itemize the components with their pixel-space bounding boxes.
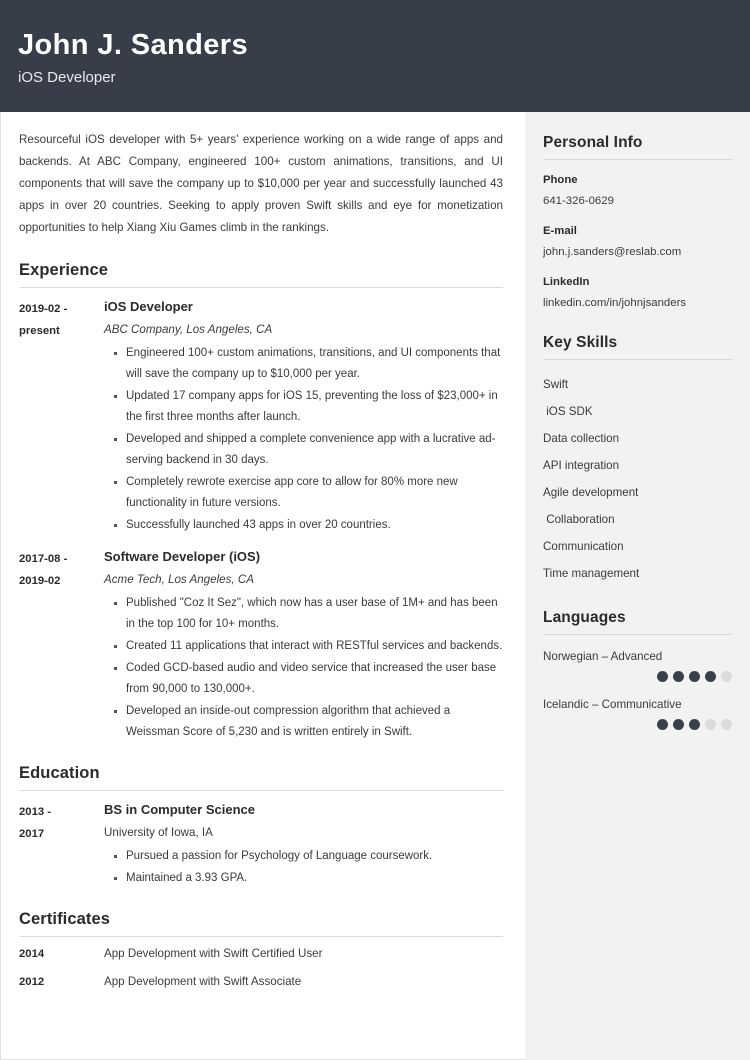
- entry-organization: University of Iowa, IA: [104, 826, 213, 839]
- bullet-item: Updated 17 company apps for iOS 15, prev…: [114, 386, 503, 428]
- skill-item: Communication: [543, 540, 624, 553]
- skill-item: iOS SDK: [543, 405, 593, 418]
- entry-bullet-list: Published "Coz It Sez", which now has a …: [104, 593, 503, 743]
- contact-value-linkedin[interactable]: linkedin.com/in/johnjsanders: [543, 294, 732, 312]
- entry-date-to: 2017: [19, 828, 45, 840]
- bullet-item: Developed and shipped a complete conveni…: [114, 429, 503, 471]
- key-skills-section: Key Skills Swift iOS SDK Data collection…: [543, 334, 732, 587]
- entry-bullet-list: Pursued a passion for Psychology of Lang…: [104, 846, 503, 889]
- entry-title: Software Developer (iOS): [104, 549, 261, 564]
- language-level-rating: [543, 671, 732, 682]
- rating-dot: [705, 671, 716, 682]
- main-column: Resourceful iOS developer with 5+ years’…: [0, 112, 525, 1060]
- education-heading: Education: [19, 764, 503, 791]
- contact-label-phone: Phone: [543, 174, 578, 186]
- experience-entry: 2019-02 - present iOS Developer ABC Comp…: [19, 297, 503, 537]
- candidate-name: John J. Sanders: [18, 29, 249, 61]
- skill-item: Swift: [543, 378, 569, 391]
- skill-item: API integration: [543, 459, 620, 472]
- bullet-item: Developed an inside-out compression algo…: [114, 701, 503, 743]
- contact-label-email: E-mail: [543, 225, 577, 237]
- entry-organization: Acme Tech, Los Angeles, CA: [104, 573, 254, 586]
- rating-dot: [689, 671, 700, 682]
- personal-info-section: Personal Info Phone 641-326-0629 E-mail …: [543, 134, 732, 312]
- skill-item: Collaboration: [543, 513, 615, 526]
- experience-section: Experience 2019-02 - present iOS Develop…: [19, 261, 503, 744]
- bullet-item: Coded GCD-based audio and video service …: [114, 658, 503, 700]
- contact-value-email[interactable]: john.j.sanders@reslab.com: [543, 243, 732, 261]
- language-level-rating: [543, 719, 732, 730]
- entry-date-to: 2019-02: [19, 575, 61, 587]
- certificate-row: 2012 App Development with Swift Associat…: [19, 973, 503, 991]
- education-section: Education 2013 - 2017 BS in Computer Sci…: [19, 764, 503, 890]
- resume-page: John J. Sanders iOS Developer Resourcefu…: [0, 0, 750, 1060]
- rating-dot: [721, 671, 732, 682]
- bullet-item: Created 11 applications that interact wi…: [114, 636, 503, 657]
- entry-date-from: 2019-02 -: [19, 303, 68, 315]
- rating-dot: [657, 719, 668, 730]
- rating-dot: [705, 719, 716, 730]
- entry-content: iOS Developer ABC Company, Los Angeles, …: [102, 297, 503, 537]
- certificates-section: Certificates 2014 App Development with S…: [19, 910, 503, 991]
- bullet-item: Maintained a 3.93 GPA.: [114, 868, 503, 889]
- entry-dates: 2017-08 - 2019-02: [19, 547, 102, 744]
- sidebar-column: Personal Info Phone 641-326-0629 E-mail …: [525, 112, 750, 1060]
- skill-item: Data collection: [543, 432, 620, 445]
- certificate-name: App Development with Swift Certified Use…: [104, 947, 323, 960]
- key-skills-heading: Key Skills: [543, 334, 732, 360]
- experience-entry: 2017-08 - 2019-02 Software Developer (iO…: [19, 547, 503, 744]
- entry-dates: 2019-02 - present: [19, 297, 102, 537]
- rating-dot: [673, 719, 684, 730]
- contact-label-linkedin: LinkedIn: [543, 276, 590, 288]
- certificate-row: 2014 App Development with Swift Certifie…: [19, 945, 503, 963]
- language-item: Norwegian – Advanced: [543, 646, 732, 682]
- entry-date-to: present: [19, 325, 60, 337]
- language-item: Icelandic – Communicative: [543, 694, 732, 730]
- entry-content: Software Developer (iOS) Acme Tech, Los …: [102, 547, 503, 744]
- certificate-year: 2014: [19, 948, 45, 960]
- bullet-item: Completely rewrote exercise app core to …: [114, 472, 503, 514]
- contact-value-phone: 641-326-0629: [543, 195, 614, 207]
- certificate-name: App Development with Swift Associate: [104, 975, 302, 988]
- bullet-item: Pursued a passion for Psychology of Lang…: [114, 846, 503, 867]
- entry-content: BS in Computer Science University of Iow…: [102, 800, 503, 890]
- rating-dot: [673, 671, 684, 682]
- entry-title: BS in Computer Science: [104, 802, 255, 817]
- entry-title: iOS Developer: [104, 299, 193, 314]
- entry-organization: ABC Company, Los Angeles, CA: [104, 323, 273, 336]
- candidate-role: iOS Developer: [18, 69, 116, 86]
- professional-summary: Resourceful iOS developer with 5+ years’…: [19, 133, 503, 234]
- bullet-item: Successfully launched 43 apps in over 20…: [114, 515, 503, 536]
- skill-item: Agile development: [543, 486, 639, 499]
- resume-body: Resourceful iOS developer with 5+ years’…: [0, 112, 750, 1060]
- language-name: Icelandic – Communicative: [543, 698, 682, 711]
- entry-dates: 2013 - 2017: [19, 800, 102, 890]
- language-name: Norwegian – Advanced: [543, 650, 663, 663]
- entry-date-from: 2013 -: [19, 806, 52, 818]
- rating-dot: [657, 671, 668, 682]
- resume-header: John J. Sanders iOS Developer: [0, 0, 750, 112]
- entry-date-from: 2017-08 -: [19, 553, 68, 565]
- entry-bullet-list: Engineered 100+ custom animations, trans…: [104, 343, 503, 536]
- bullet-item: Engineered 100+ custom animations, trans…: [114, 343, 503, 385]
- languages-section: Languages Norwegian – Advanced Icelandic…: [543, 609, 732, 730]
- personal-info-heading: Personal Info: [543, 134, 732, 160]
- certificates-heading: Certificates: [19, 910, 503, 937]
- bullet-item: Published "Coz It Sez", which now has a …: [114, 593, 503, 635]
- experience-heading: Experience: [19, 261, 503, 288]
- languages-heading: Languages: [543, 609, 732, 635]
- rating-dot: [689, 719, 700, 730]
- skill-item: Time management: [543, 567, 640, 580]
- certificate-year: 2012: [19, 976, 45, 988]
- education-entry: 2013 - 2017 BS in Computer Science Unive…: [19, 800, 503, 890]
- rating-dot: [721, 719, 732, 730]
